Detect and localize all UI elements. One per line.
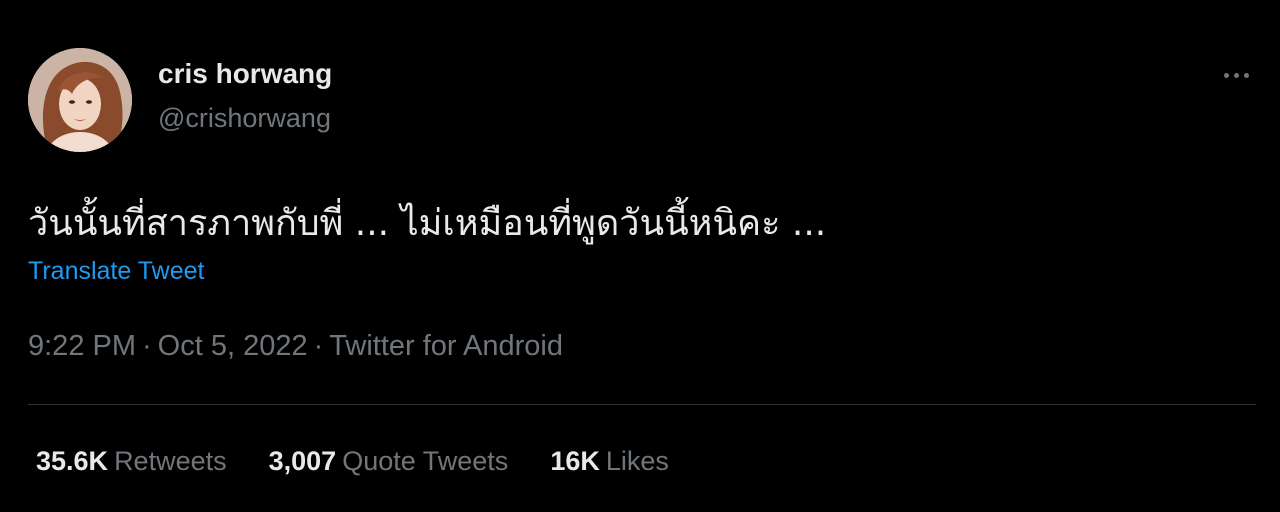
user-handle[interactable]: @crishorwang (158, 103, 331, 134)
more-options-button[interactable] (1214, 60, 1258, 90)
tweet-meta: 9:22 PM · Oct 5, 2022 · Twitter for Android (28, 330, 563, 363)
quote-tweets-count: 3,007 (268, 446, 337, 476)
avatar[interactable] (28, 48, 132, 152)
tweet-time[interactable]: 9:22 PM (28, 330, 136, 362)
retweets-label: Retweets (114, 446, 227, 476)
quote-tweets-label: Quote Tweets (342, 446, 509, 476)
retweets-stat[interactable]: 35.6K Retweets (36, 446, 227, 477)
meta-separator: · (142, 330, 152, 362)
tweet-card: cris horwang @crishorwang วันนั้นที่สารภ… (0, 0, 1280, 512)
avatar-image (28, 48, 132, 152)
meta-separator: · (313, 330, 324, 362)
quote-tweets-stat[interactable]: 3,007 Quote Tweets (269, 446, 509, 477)
divider (28, 404, 1256, 405)
tweet-text: วันนั้นที่สารภาพกับพี่ ... ไม่เหมือนที่พ… (28, 203, 827, 244)
tweet-source[interactable]: Twitter for Android (329, 330, 563, 362)
tweet-date[interactable]: Oct 5, 2022 (158, 330, 308, 362)
likes-stat[interactable]: 16K Likes (550, 446, 669, 477)
retweets-count: 35.6K (36, 446, 109, 476)
tweet-stats: 35.6K Retweets 3,007 Quote Tweets 16K Likes (36, 446, 711, 477)
translate-tweet-link[interactable]: Translate Tweet (28, 257, 204, 286)
more-horizontal-icon (1221, 72, 1251, 78)
likes-label: Likes (605, 446, 669, 476)
likes-count: 16K (550, 446, 600, 476)
display-name[interactable]: cris horwang (158, 58, 332, 90)
